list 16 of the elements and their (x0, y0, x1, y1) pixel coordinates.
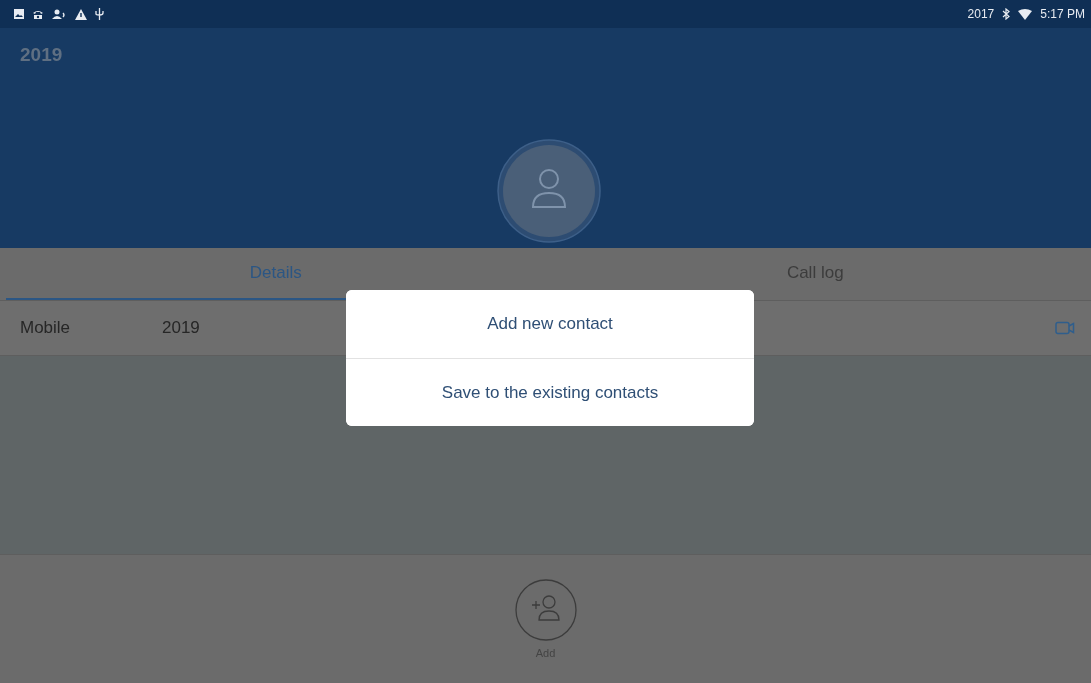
person-wave-icon (52, 8, 67, 20)
warning-icon (75, 8, 87, 20)
wifi-icon (1018, 8, 1033, 20)
avatar-placeholder-icon (497, 139, 601, 243)
phone-icon (32, 8, 44, 20)
contact-name: 2019 (20, 44, 63, 66)
bluetooth-icon (1002, 8, 1011, 20)
add-person-icon (514, 579, 577, 641)
phone-number: 2019 (162, 318, 200, 338)
field-label: Mobile (20, 318, 72, 338)
video-call-icon[interactable] (1055, 321, 1075, 335)
status-text: 2017 (967, 7, 995, 21)
clock-time: 5:17 PM (1040, 7, 1085, 21)
dialog-option[interactable]: Save to the existing contacts (346, 358, 754, 426)
usb-icon (95, 8, 104, 20)
image-icon (14, 9, 24, 19)
